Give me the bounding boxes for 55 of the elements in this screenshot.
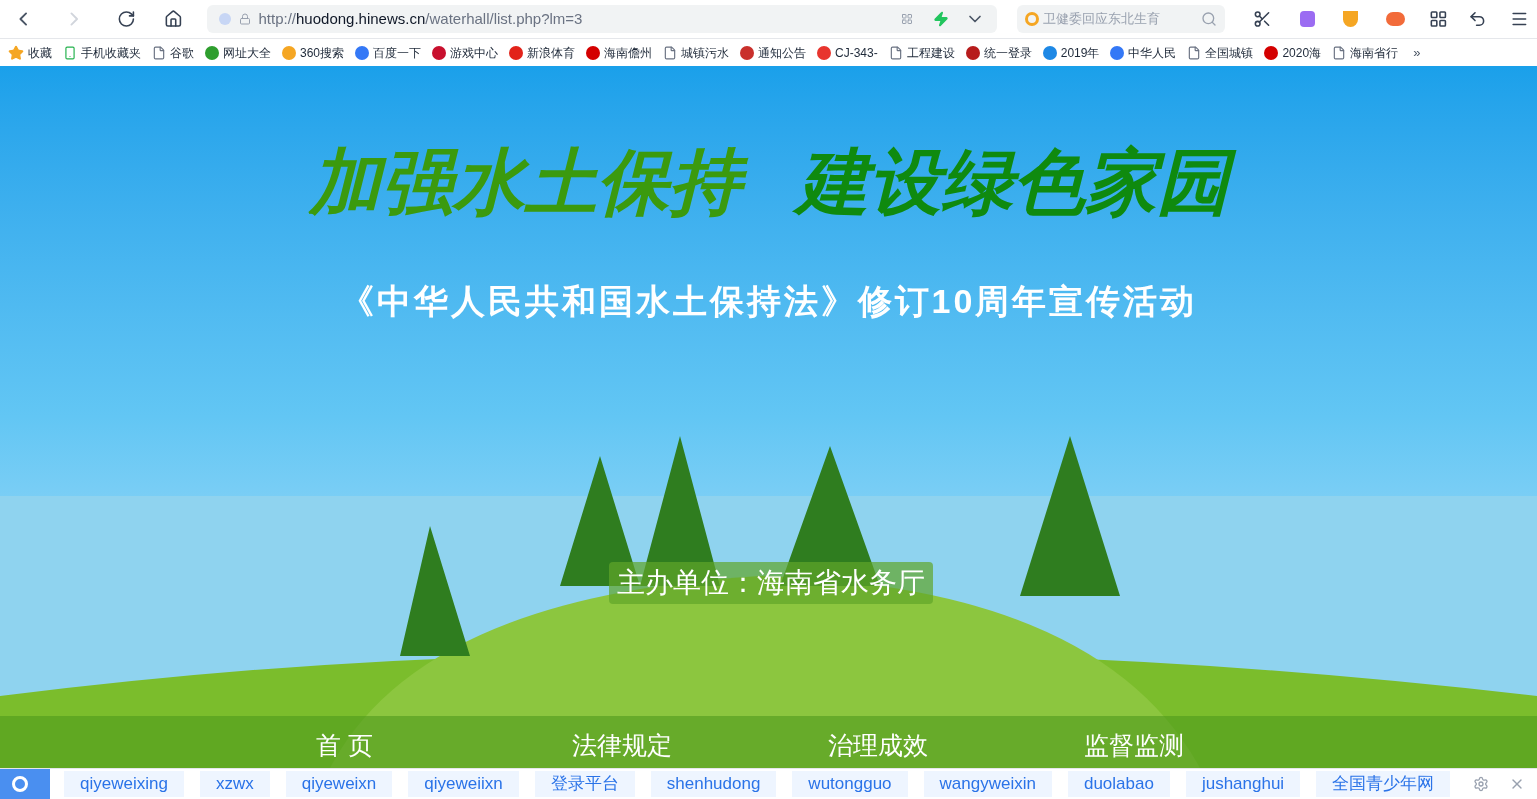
bookmark-item[interactable]: 2020海 <box>1264 43 1322 62</box>
grid-icon[interactable] <box>1428 9 1448 29</box>
bookmark-item[interactable]: 360搜索 <box>282 43 345 62</box>
quick-link[interactable]: jushanghui <box>1185 771 1301 797</box>
organizer-text: 主办单位：海南省水务厅 <box>608 562 933 604</box>
bookmark-item[interactable]: 百度一下 <box>355 43 422 62</box>
bookmark-item[interactable]: 中华人民 <box>1110 43 1177 62</box>
quick-link[interactable]: shenhudong <box>650 771 777 797</box>
bookmark-item[interactable]: 全国城镇 <box>1187 43 1254 62</box>
settings-icon[interactable] <box>1473 776 1489 792</box>
bookmark-item[interactable]: 收藏 <box>8 43 52 62</box>
quick-link[interactable]: qiyeweixn <box>285 771 393 797</box>
bookmark-item[interactable]: 谷歌 <box>152 43 194 62</box>
quick-link[interactable]: wutongguo <box>792 771 908 797</box>
reload-icon[interactable] <box>117 9 136 29</box>
quick-link[interactable]: 登录平台 <box>534 771 635 797</box>
quick-link[interactable]: xzwx <box>199 771 270 797</box>
bookmark-item[interactable]: 统一登录 <box>965 43 1032 62</box>
page-icon <box>1332 45 1347 60</box>
bookmark-item[interactable]: 网址大全 <box>205 43 271 62</box>
star-icon <box>8 44 24 61</box>
undo-icon[interactable] <box>1467 9 1487 29</box>
bookmark-item[interactable]: 新浪体育 <box>509 43 576 62</box>
quick-link[interactable]: duolabao <box>1067 771 1170 797</box>
bookmark-item[interactable]: 通知公告 <box>740 43 807 62</box>
lightning-icon[interactable] <box>933 11 950 27</box>
quick-link[interactable]: wangyweixin <box>923 771 1052 797</box>
bookmark-item[interactable]: 2019年 <box>1042 43 1100 62</box>
search-box[interactable]: 卫健委回应东北生育 <box>1017 5 1226 33</box>
bookmark-item[interactable]: 工程建设 <box>888 43 955 62</box>
more-bookmarks-button[interactable]: » <box>1413 42 1421 63</box>
page-icon <box>152 45 166 60</box>
home-icon[interactable] <box>163 9 183 29</box>
search-field[interactable]: 卫健委回应东北生育 <box>1043 9 1198 29</box>
page-icon <box>663 45 678 60</box>
bookmark-item[interactable]: 海南儋州 <box>586 43 653 62</box>
quick-link[interactable]: qiyeweiixn <box>408 771 519 797</box>
banner-title: 加强水土保持 <box>296 136 753 230</box>
page-icon <box>1187 45 1202 60</box>
search-icon[interactable] <box>1201 11 1218 27</box>
search-engine-icon <box>1025 12 1040 26</box>
lock-icon <box>238 13 251 25</box>
banner-title: 建设绿色家园 <box>784 136 1241 230</box>
quick-link[interactable]: 全国青少年网 <box>1316 771 1451 797</box>
bookmark-item[interactable]: 城镇污水 <box>663 43 730 62</box>
url-text: http://huodong.hinews.cn/waterhall/list.php?lm=3 <box>258 8 583 29</box>
page-icon <box>888 45 903 60</box>
address-field[interactable]: http://huodong.hinews.cn/waterhall/list.php?lm=3 <box>206 5 998 33</box>
bookmark-item[interactable]: 海南省行 <box>1332 43 1399 62</box>
banner-subtitle: 《中华人民共和国水土保持法》修订10周年宣传活动 <box>339 280 1198 322</box>
bookmark-item[interactable]: CJ-343- <box>817 43 878 62</box>
bookmark-item[interactable]: 游戏中心 <box>432 43 499 62</box>
phone-icon <box>63 45 77 60</box>
bookmark-item[interactable]: 手机收藏夹 <box>63 43 141 62</box>
quick-link[interactable]: qiyeweixing <box>64 771 184 797</box>
